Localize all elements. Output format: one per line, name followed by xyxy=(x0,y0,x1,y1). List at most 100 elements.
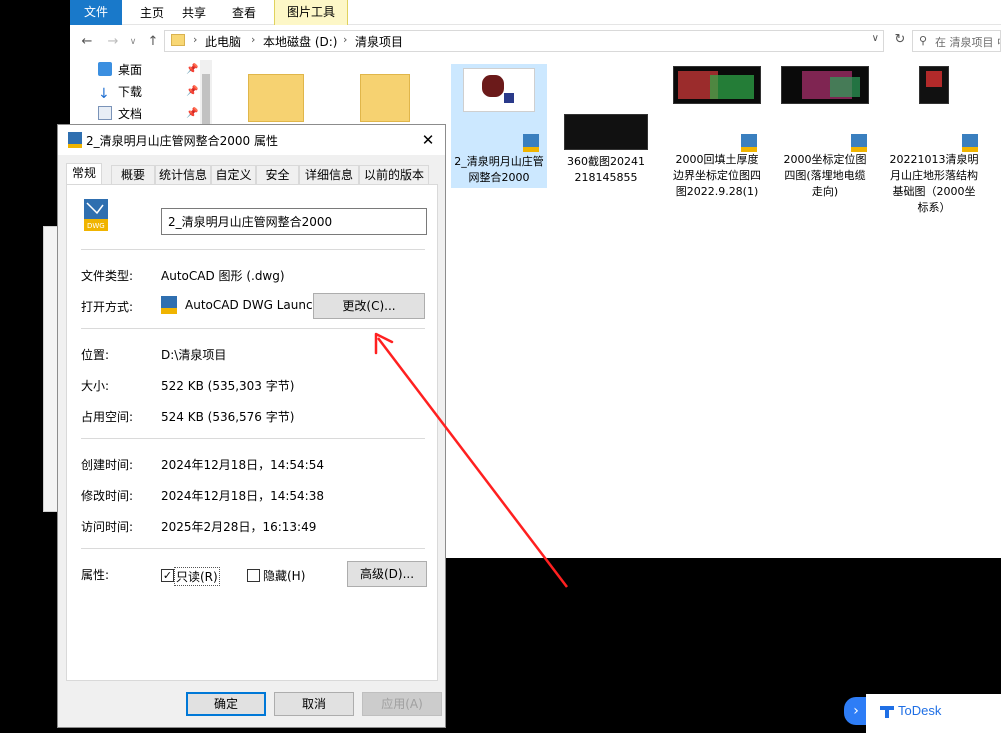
tab-security[interactable]: 安全 xyxy=(256,165,299,185)
dwg-file-icon: DWG xyxy=(84,199,108,231)
image-thumbnail xyxy=(564,114,648,150)
divider xyxy=(81,249,425,250)
file-name: 2000回填土厚度边界坐标定位图四图2022.9.28(1) xyxy=(673,153,761,198)
file-item[interactable]: 2000回填土厚度边界坐标定位图四图2022.9.28(1) xyxy=(669,66,765,200)
modified-label: 修改时间: xyxy=(81,489,134,503)
folder-icon[interactable] xyxy=(360,74,410,122)
search-icon: ⚲ xyxy=(919,34,928,47)
pin-icon[interactable]: 📌 xyxy=(186,86,198,97)
ribbon-tab-file[interactable]: 文件 xyxy=(70,0,122,25)
close-icon[interactable]: ✕ xyxy=(417,129,439,151)
tab-general[interactable]: 常规 xyxy=(66,163,102,185)
checkmark-icon: ✓ xyxy=(162,569,173,582)
ribbon-tab-home[interactable]: 主页 xyxy=(132,3,172,23)
attributes-label: 属性: xyxy=(81,568,110,582)
up-arrow-icon[interactable]: ↑ xyxy=(144,32,162,52)
breadcrumb-separator: › xyxy=(193,33,198,46)
nav-item-label: 下载 xyxy=(118,85,143,99)
properties-dialog: 2_清泉明月山庄管网整合2000 属性 ✕ 常规 概要 统计信息 自定义 安全 … xyxy=(57,124,446,728)
accessed-label: 访问时间: xyxy=(81,520,134,534)
breadcrumb-this-pc[interactable]: 此电脑 xyxy=(205,33,241,50)
recent-chevron-icon[interactable]: ∨ xyxy=(124,32,142,52)
dialog-titlebar[interactable]: 2_清泉明月山庄管网整合2000 属性 ✕ xyxy=(58,125,445,155)
breadcrumb-separator: › xyxy=(251,33,256,46)
dwg-launcher-icon xyxy=(161,296,177,314)
dialog-tabs: 常规 概要 统计信息 自定义 安全 详细信息 以前的版本 xyxy=(66,163,438,185)
dwg-file-icon xyxy=(523,134,539,152)
file-item[interactable]: 360截图20241218145855 xyxy=(558,114,654,186)
modified-value: 2024年12月18日，14:54:38 xyxy=(161,489,324,503)
file-thumbnail xyxy=(781,66,869,104)
disk-size-label: 占用空间: xyxy=(81,410,134,424)
chevron-down-icon[interactable]: ∨ xyxy=(872,33,879,44)
location-value: D:\清泉项目 xyxy=(161,348,227,362)
breadcrumb-drive-d[interactable]: 本地磁盘 (D:) xyxy=(263,33,337,50)
pin-icon[interactable]: 📌 xyxy=(186,108,198,119)
file-name: 2000坐标定位图四图(落埋地电缆走向) xyxy=(783,153,867,198)
file-item[interactable]: 20221013清泉明月山庄地形落结构基础图（2000坐标系） xyxy=(886,66,982,216)
ribbon-tab-picture-tools[interactable]: 图片工具 xyxy=(274,0,349,25)
readonly-label[interactable]: 只读(R) xyxy=(174,567,220,586)
file-thumbnail xyxy=(463,68,535,112)
advanced-button[interactable]: 高级(D)... xyxy=(347,561,427,587)
created-value: 2024年12月18日，14:54:54 xyxy=(161,458,324,472)
chevron-right-icon[interactable]: › xyxy=(844,697,868,725)
breadcrumb-separator: › xyxy=(343,33,348,46)
apply-button[interactable]: 应用(A) xyxy=(362,692,442,716)
ribbon-tab-share[interactable]: 共享 xyxy=(174,3,214,23)
accessed-value: 2025年2月28日，16:13:49 xyxy=(161,520,317,534)
divider xyxy=(81,548,425,549)
tab-previous-versions[interactable]: 以前的版本 xyxy=(359,165,429,185)
size-value: 522 KB (535,303 字节) xyxy=(161,379,295,393)
location-label: 位置: xyxy=(81,348,110,362)
ribbon-tab-view[interactable]: 查看 xyxy=(224,3,264,23)
file-thumbnail xyxy=(673,66,761,104)
desktop: 文件 主页 共享 查看 图片工具 ← → ∨ ↑ › 此电脑 › 本地磁盘 (D… xyxy=(0,0,1001,733)
address-row: ← → ∨ ↑ › 此电脑 › 本地磁盘 (D:) › 清泉项目 ∨ ↻ ⚲ 在… xyxy=(70,28,1001,56)
search-placeholder: 在 清泉项目 中搜 xyxy=(935,36,1000,49)
cancel-button[interactable]: 取消 xyxy=(274,692,354,716)
dwg-file-icon xyxy=(68,132,82,148)
search-input[interactable]: ⚲ 在 清泉项目 中搜 xyxy=(912,30,1001,52)
folder-icon[interactable] xyxy=(248,74,304,122)
disk-size-value: 524 KB (536,576 字节) xyxy=(161,410,295,424)
tab-custom[interactable]: 自定义 xyxy=(211,165,256,185)
change-button[interactable]: 更改(C)... xyxy=(313,293,425,319)
file-type-label: 文件类型: xyxy=(81,269,134,283)
address-bar[interactable]: › 此电脑 › 本地磁盘 (D:) › 清泉项目 ∨ xyxy=(164,30,884,52)
file-item[interactable]: 2_清泉明月山庄管网整合2000 xyxy=(451,64,547,188)
nav-item-label: 文档 xyxy=(118,107,143,121)
tab-details[interactable]: 详细信息 xyxy=(299,165,359,185)
created-label: 创建时间: xyxy=(81,458,134,472)
general-tab-panel: DWG 2_清泉明月山庄管网整合2000 文件类型: AutoCAD 图形 (.… xyxy=(66,184,438,681)
svg-text:DWG: DWG xyxy=(87,222,105,230)
file-type-value: AutoCAD 图形 (.dwg) xyxy=(161,269,285,283)
todesk-widget[interactable]: ToDesk xyxy=(866,694,1001,733)
forward-arrow-icon[interactable]: → xyxy=(104,32,122,52)
open-with-label: 打开方式: xyxy=(81,300,134,314)
back-arrow-icon[interactable]: ← xyxy=(78,32,96,52)
folder-icon xyxy=(171,34,185,46)
nav-item-desktop[interactable]: 桌面 xyxy=(98,60,142,80)
ok-button[interactable]: 确定 xyxy=(186,692,266,716)
pin-icon[interactable]: 📌 xyxy=(186,64,198,75)
todesk-logo-icon xyxy=(880,706,894,718)
filename-field[interactable]: 2_清泉明月山庄管网整合2000 xyxy=(161,208,427,235)
readonly-checkbox[interactable]: ✓ xyxy=(161,569,174,582)
nav-item-documents[interactable]: 文档 xyxy=(98,104,142,124)
hidden-label[interactable]: 隐藏(H) xyxy=(263,567,305,584)
tab-summary[interactable]: 概要 xyxy=(111,165,155,185)
document-icon xyxy=(98,106,112,120)
hidden-checkbox[interactable] xyxy=(247,569,260,582)
file-name: 360截图20241218145855 xyxy=(567,155,645,184)
breadcrumb-folder[interactable]: 清泉项目 xyxy=(355,33,403,50)
file-item[interactable]: 2000坐标定位图四图(落埋地电缆走向) xyxy=(777,66,873,200)
todesk-label: ToDesk xyxy=(898,703,942,718)
nav-item-downloads[interactable]: ↓ 下载 xyxy=(98,82,142,102)
dwg-file-icon xyxy=(851,134,867,152)
tab-statistics[interactable]: 统计信息 xyxy=(155,165,211,185)
refresh-icon[interactable]: ↻ xyxy=(890,32,910,52)
desktop-icon xyxy=(98,62,112,76)
divider xyxy=(81,438,425,439)
size-label: 大小: xyxy=(81,379,110,393)
